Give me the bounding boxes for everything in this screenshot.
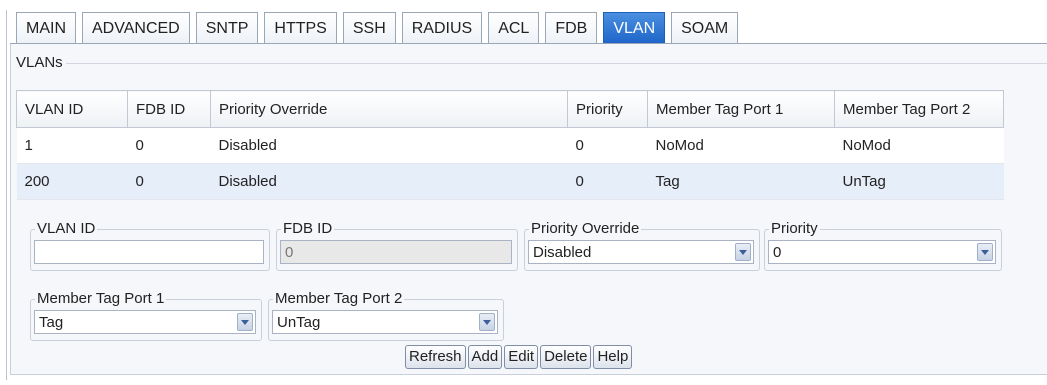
cell-fdb-id: 0 — [127, 127, 211, 164]
delete-button[interactable]: Delete — [540, 345, 592, 369]
column-header-fdb-id[interactable]: FDB ID — [127, 90, 211, 128]
column-header-priority-override[interactable]: Priority Override — [210, 90, 568, 128]
tab-advanced[interactable]: ADVANCED — [82, 12, 190, 43]
vlan-id-label: VLAN ID — [35, 220, 98, 237]
cell-vlan-id: 200 — [16, 163, 128, 200]
column-header-vlan-id[interactable]: VLAN ID — [16, 90, 128, 128]
cell-vlan-id: 1 — [16, 127, 128, 164]
tab-soam[interactable]: SOAM — [671, 12, 739, 43]
action-buttons: Refresh Add Edit Delete Help — [405, 345, 633, 369]
chevron-down-icon[interactable] — [237, 313, 253, 331]
tab-ssh[interactable]: SSH — [342, 12, 396, 43]
cell-member-tag-port-1: NoMod — [647, 127, 835, 164]
tab-https[interactable]: HTTPS — [264, 12, 337, 43]
cell-member-tag-port-2: NoMod — [834, 127, 1004, 164]
priority-value: 0 — [773, 244, 782, 261]
member-tag-port-2-value: UnTag — [277, 314, 321, 331]
member-tag-port-2-select[interactable]: UnTag — [272, 310, 498, 334]
chevron-down-icon[interactable] — [479, 313, 495, 331]
tab-vlan[interactable]: VLAN — [603, 12, 666, 43]
priority-select[interactable]: 0 — [768, 240, 996, 264]
refresh-button[interactable]: Refresh — [405, 345, 466, 369]
cell-member-tag-port-1: Tag — [647, 163, 835, 200]
column-header-priority[interactable]: Priority — [567, 90, 648, 128]
column-header-member-tag-port-1[interactable]: Member Tag Port 1 — [647, 90, 835, 128]
member-tag-port-1-select[interactable]: Tag — [34, 310, 256, 334]
member-tag-port-1-value: Tag — [39, 314, 64, 331]
priority-override-label: Priority Override — [529, 220, 642, 237]
panel-bottom-border — [10, 374, 1047, 375]
table-row[interactable]: 1 0 Disabled 0 NoMod NoMod — [16, 127, 1004, 164]
table-header-row: VLAN ID FDB ID Priority Override Priorit… — [16, 90, 1004, 128]
cell-member-tag-port-2: UnTag — [834, 163, 1004, 200]
cell-priority-override: Disabled — [210, 163, 568, 200]
priority-override-select[interactable]: Disabled — [528, 240, 754, 264]
tab-acl[interactable]: ACL — [488, 12, 540, 43]
cell-priority: 0 — [567, 163, 648, 200]
member-tag-port-1-label: Member Tag Port 1 — [35, 290, 167, 307]
tab-bar: MAIN ADVANCED SNTP HTTPS SSH RADIUS ACL … — [16, 12, 744, 44]
vlans-group-border — [54, 63, 1047, 64]
cell-fdb-id: 0 — [127, 163, 211, 200]
vlan-id-input[interactable] — [34, 240, 264, 264]
tab-main[interactable]: MAIN — [16, 12, 76, 43]
member-tag-port-2-label: Member Tag Port 2 — [273, 290, 405, 307]
help-button[interactable]: Help — [593, 345, 633, 369]
fdb-id-label: FDB ID — [281, 220, 335, 237]
add-button[interactable]: Add — [467, 345, 503, 369]
edit-button[interactable]: Edit — [504, 345, 539, 369]
fdb-id-input: 0 — [280, 240, 512, 264]
priority-label: Priority — [769, 220, 820, 237]
tab-fdb[interactable]: FDB — [545, 12, 598, 43]
vlan-table: VLAN ID FDB ID Priority Override Priorit… — [16, 90, 1004, 200]
priority-override-value: Disabled — [533, 244, 592, 261]
cell-priority: 0 — [567, 127, 648, 164]
cell-priority-override: Disabled — [210, 127, 568, 164]
chevron-down-icon[interactable] — [977, 243, 993, 261]
tab-radius[interactable]: RADIUS — [401, 12, 483, 43]
vlans-group-legend: VLANs — [16, 54, 66, 71]
tab-sntp[interactable]: SNTP — [195, 12, 259, 43]
column-header-member-tag-port-2[interactable]: Member Tag Port 2 — [834, 90, 1004, 128]
chevron-down-icon[interactable] — [735, 243, 751, 261]
table-row-selected[interactable]: 200 0 Disabled 0 Tag UnTag — [16, 163, 1004, 200]
